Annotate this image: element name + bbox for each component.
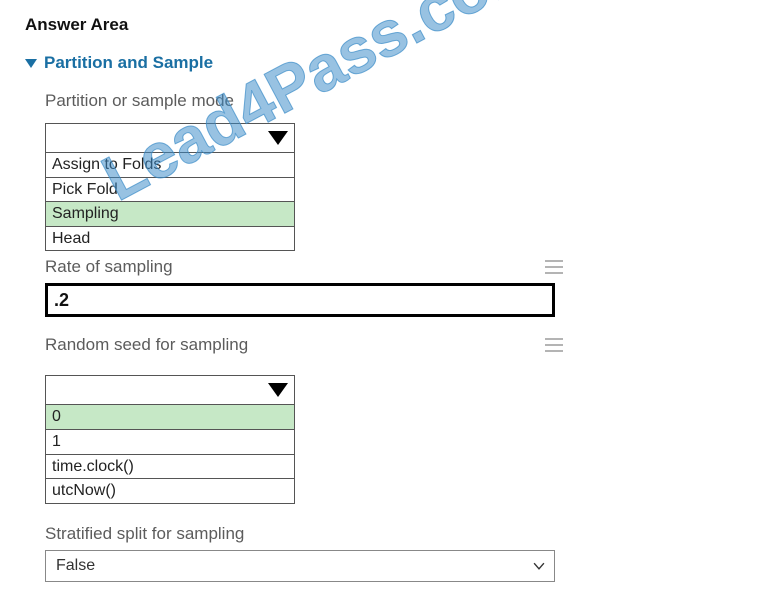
rate-value: .2 — [54, 290, 69, 311]
answer-area-heading: Answer Area — [25, 15, 743, 35]
seed-options-list: 0 1 time.clock() utcNow() — [45, 405, 295, 503]
chevron-down-icon — [25, 59, 37, 68]
seed-dropdown[interactable]: 0 1 time.clock() utcNow() — [45, 375, 295, 503]
option-sampling[interactable]: Sampling — [46, 202, 294, 227]
option-utcnow[interactable]: utcNow() — [46, 479, 294, 503]
menu-icon[interactable] — [545, 260, 563, 274]
chevron-down-icon — [268, 131, 288, 145]
seed-label: Random seed for sampling — [45, 335, 248, 354]
dropdown-toggle[interactable] — [45, 375, 295, 405]
stratified-label: Stratified split for sampling — [45, 524, 743, 544]
option-pick-fold[interactable]: Pick Fold — [46, 178, 294, 203]
seed-label-row: Random seed for sampling — [45, 335, 743, 355]
chevron-down-icon — [532, 559, 546, 573]
mode-label: Partition or sample mode — [45, 91, 743, 111]
section-title: Partition and Sample — [44, 53, 213, 73]
section-header[interactable]: Partition and Sample — [25, 53, 743, 73]
rate-label: Rate of sampling — [45, 257, 173, 276]
option-head[interactable]: Head — [46, 227, 294, 251]
rate-input[interactable]: .2 — [45, 283, 555, 317]
stratified-value: False — [56, 557, 95, 575]
chevron-down-icon — [268, 383, 288, 397]
rate-label-row: Rate of sampling — [45, 257, 743, 277]
dropdown-toggle[interactable] — [45, 123, 295, 153]
mode-options-list: Assign to Folds Pick Fold Sampling Head — [45, 153, 295, 251]
stratified-select[interactable]: False — [45, 550, 555, 582]
menu-icon[interactable] — [545, 338, 563, 352]
option-assign-to-folds[interactable]: Assign to Folds — [46, 153, 294, 178]
mode-dropdown[interactable]: Assign to Folds Pick Fold Sampling Head — [45, 123, 295, 251]
option-time-clock[interactable]: time.clock() — [46, 455, 294, 480]
option-1[interactable]: 1 — [46, 430, 294, 455]
option-0[interactable]: 0 — [46, 405, 294, 430]
